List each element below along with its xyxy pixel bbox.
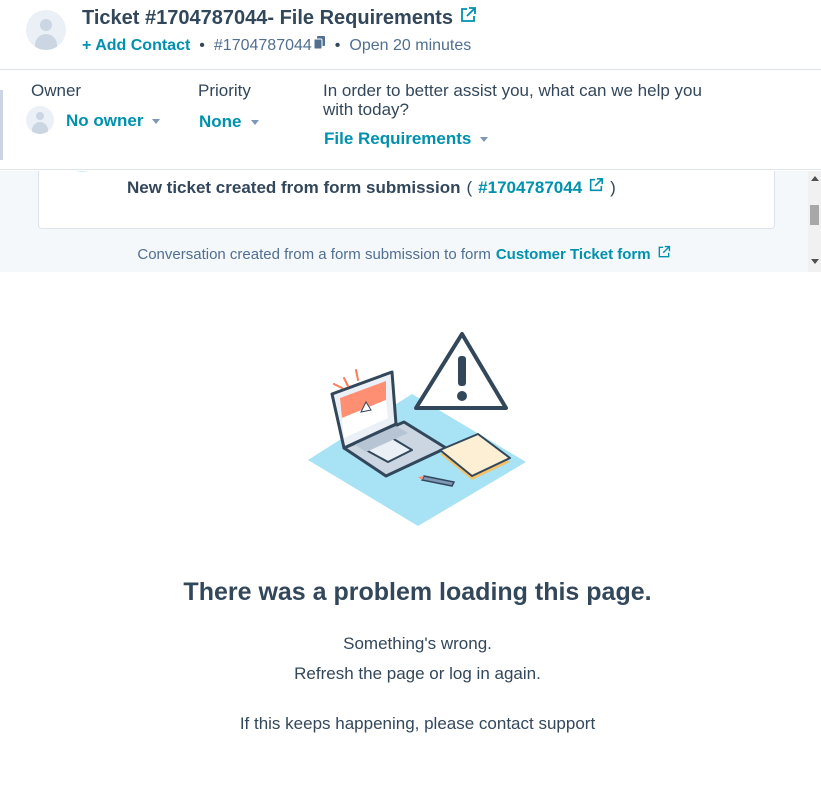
ticket-title-text: Ticket #1704787044- File Requirements	[82, 6, 453, 29]
copy-icon[interactable]	[313, 36, 326, 55]
priority-label: Priority	[198, 81, 251, 100]
question-value: File Requirements	[324, 129, 472, 148]
ticket-id: #1704787044	[213, 36, 312, 54]
conversation-timeline[interactable]: New ticket created from form submission …	[0, 171, 808, 272]
open-paren: (	[466, 177, 473, 197]
question-label: In order to better assist you, what can …	[323, 81, 702, 119]
ticket-title: Ticket #1704787044- File Requirements	[82, 6, 477, 30]
timeline-marker	[65, 171, 99, 172]
timeline-scrollbar[interactable]	[808, 171, 821, 272]
external-link-icon[interactable]	[459, 6, 477, 30]
caret-down-icon	[250, 119, 259, 125]
ticket-subline: + Add Contact • #1704787044 • Open 20 mi…	[82, 36, 471, 55]
caret-down-icon	[480, 136, 489, 142]
separator-dot: •	[199, 36, 205, 54]
separator-dot: •	[334, 36, 341, 54]
scroll-down-icon[interactable]	[811, 259, 819, 264]
error-message-2: Refresh the page or log in again.	[294, 664, 541, 683]
error-title: There was a problem loading this page.	[183, 578, 652, 606]
question-dropdown[interactable]: File Requirements	[324, 129, 489, 149]
card-message: New ticket created from form submission	[127, 177, 461, 197]
conversation-note: Conversation created from a form submiss…	[0, 245, 808, 263]
panel-edge	[0, 90, 3, 160]
ticket-status: Open 20 minutes	[349, 36, 472, 54]
priority-dropdown[interactable]: None	[199, 112, 259, 132]
note-prefix: Conversation created from a form submiss…	[137, 245, 491, 263]
owner-avatar-icon	[26, 106, 54, 134]
ticket-header: Ticket #1704787044- File Requirements + …	[0, 0, 821, 70]
timeline-card: New ticket created from form submission …	[38, 171, 775, 229]
scroll-thumb[interactable]	[810, 205, 819, 225]
scroll-up-icon[interactable]	[811, 176, 819, 181]
external-link-icon[interactable]	[588, 177, 604, 198]
ticket-avatar-icon	[26, 10, 66, 50]
ticket-properties: Owner No owner Priority None In order to…	[0, 70, 821, 170]
broken-laptop-illustration	[300, 326, 540, 531]
owner-label: Owner	[31, 81, 82, 100]
owner-dropdown[interactable]: No owner	[66, 111, 161, 131]
priority-value: None	[199, 112, 242, 131]
owner-value: No owner	[66, 111, 144, 130]
customer-ticket-form-link[interactable]: Customer Ticket form	[496, 246, 651, 263]
question-label-line1: In order to better assist you, what can …	[323, 81, 702, 100]
question-label-line2: with today?	[323, 100, 409, 119]
error-message-1: Something's wrong.	[343, 634, 492, 653]
close-paren: )	[610, 177, 616, 197]
external-link-icon[interactable]	[657, 245, 671, 263]
error-support-message: If this keeps happening, please contact …	[239, 714, 596, 733]
add-contact-link[interactable]: + Add Contact	[82, 37, 190, 55]
timeline-card-text: New ticket created from form submission …	[127, 177, 622, 198]
caret-down-icon	[152, 118, 161, 124]
ticket-link[interactable]: #1704787044	[478, 178, 582, 198]
